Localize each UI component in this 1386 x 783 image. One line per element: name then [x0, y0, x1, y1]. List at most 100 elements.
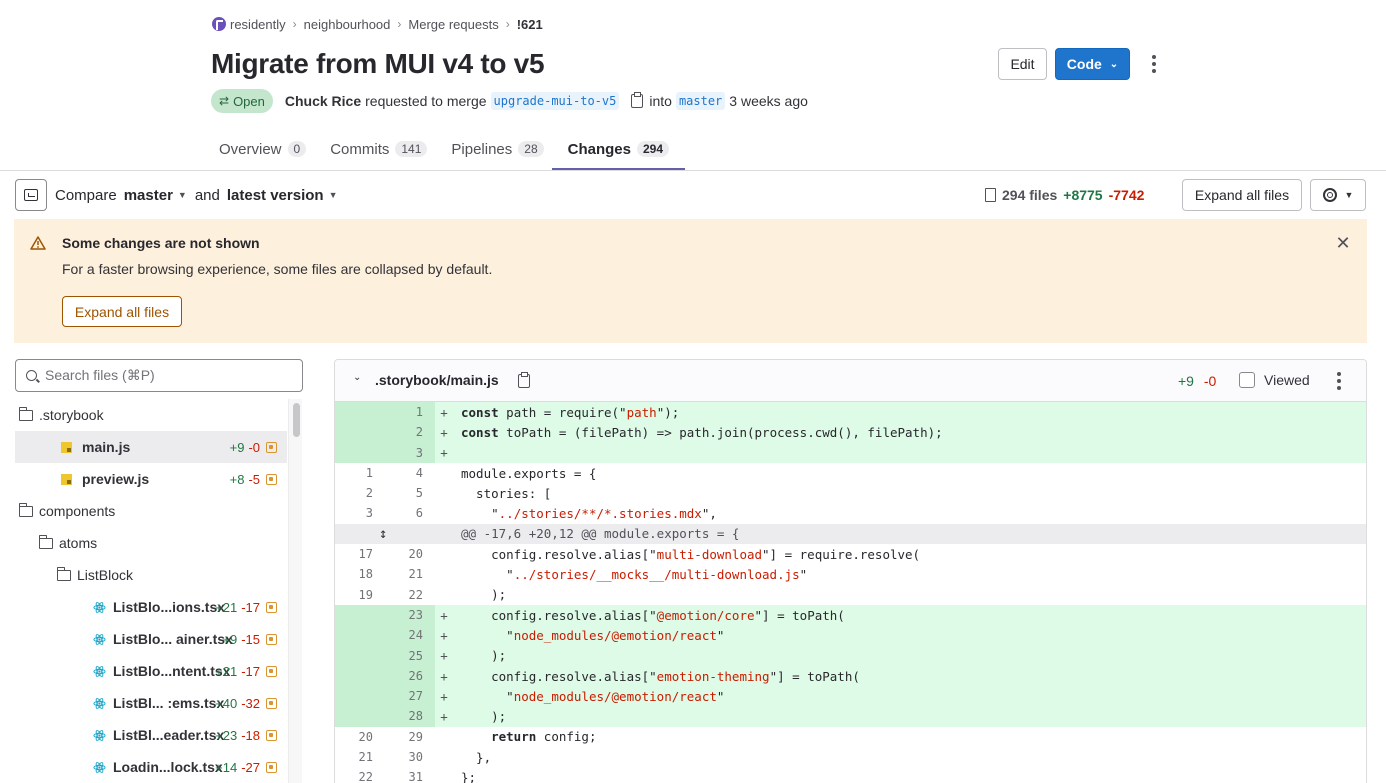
old-line-number[interactable]: 2 — [335, 483, 385, 503]
diff-line-added: 25 + ); — [335, 645, 1366, 666]
breadcrumb-separator-icon: › — [397, 17, 402, 31]
close-icon[interactable]: ✕ — [1335, 234, 1351, 252]
old-line-number[interactable]: 20 — [335, 727, 385, 747]
base-version-dropdown[interactable]: master — [124, 187, 173, 204]
tree-folder[interactable]: atoms — [15, 527, 287, 559]
diff-line-added: 24 + "node_modules/@emotion/react" — [335, 625, 1366, 646]
new-line-number[interactable]: 30 — [385, 747, 435, 767]
old-line-number[interactable] — [335, 706, 385, 726]
breadcrumb-section[interactable]: Merge requests — [408, 17, 498, 32]
tree-folder[interactable]: components — [15, 495, 287, 527]
tree-file[interactable]: preview.js +8 -5 — [15, 463, 287, 495]
code-button[interactable]: Code ⌄ — [1055, 48, 1130, 80]
tree-file[interactable]: ListBl...eader.tsx +23 -18 — [15, 719, 287, 751]
old-line-number[interactable] — [335, 443, 385, 463]
breadcrumb-group-label[interactable]: residently — [230, 17, 286, 32]
react-file-icon — [93, 761, 106, 773]
tree-file[interactable]: Loadin...lock.tsx +14 -27 — [15, 751, 287, 783]
tab-overview[interactable]: Overview 0 — [211, 128, 314, 170]
diff-sign — [435, 506, 453, 521]
new-line-number[interactable]: 4 — [385, 463, 435, 483]
tab-pipelines[interactable]: Pipelines 28 — [443, 128, 551, 170]
new-line-number[interactable]: 28 — [385, 706, 435, 726]
scrollbar-thumb[interactable] — [293, 403, 300, 437]
tree-file[interactable]: main.js +9 -0 — [15, 431, 287, 463]
viewed-checkbox[interactable]: Viewed — [1239, 372, 1310, 388]
diff-sign — [435, 547, 453, 562]
old-line-number[interactable]: 19 — [335, 585, 385, 605]
new-line-number[interactable]: 6 — [385, 503, 435, 523]
tab-changes[interactable]: Changes 294 — [551, 128, 686, 170]
old-line-number[interactable]: 22 — [335, 767, 385, 783]
code-text: return config; — [491, 729, 597, 745]
expand-all-files-button[interactable]: Expand all files — [1182, 179, 1302, 211]
new-line-number[interactable]: 20 — [385, 544, 435, 564]
file-search-input[interactable]: Search files (⌘P) — [15, 359, 303, 392]
old-line-number[interactable]: 17 — [335, 544, 385, 564]
diff-sign: + — [440, 648, 448, 664]
old-line-number[interactable] — [335, 686, 385, 706]
chevron-down-icon[interactable]: ▼ — [329, 190, 338, 200]
new-line-number[interactable]: 31 — [385, 767, 435, 783]
diff-file-path[interactable]: .storybook/main.js — [375, 372, 499, 388]
chevron-down-icon[interactable]: ▼ — [178, 190, 187, 200]
old-line-number[interactable] — [335, 402, 385, 422]
old-line-number[interactable] — [335, 422, 385, 442]
tree-file[interactable]: ListBl... :ems.tsx +40 -32 — [15, 687, 287, 719]
source-branch[interactable]: upgrade-mui-to-v5 — [490, 92, 620, 110]
file-removed: -0 — [248, 439, 260, 455]
target-branch[interactable]: master — [675, 92, 726, 110]
target-version-dropdown[interactable]: latest version — [227, 187, 324, 204]
new-line-number[interactable]: 24 — [385, 625, 435, 645]
old-line-number[interactable] — [335, 605, 385, 625]
alert-expand-all-button[interactable]: Expand all files — [62, 296, 182, 327]
more-actions-icon[interactable] — [1146, 52, 1162, 76]
new-line-number[interactable]: 22 — [385, 585, 435, 605]
old-line-number[interactable]: 3 — [335, 503, 385, 523]
file-options-icon[interactable] — [1331, 369, 1347, 393]
tab-commits[interactable]: Commits 141 — [322, 128, 435, 170]
new-line-number[interactable]: 25 — [385, 646, 435, 666]
code-text: module.exports = { — [461, 465, 597, 481]
breadcrumb-project[interactable]: neighbourhood — [304, 17, 391, 32]
old-line-number[interactable] — [335, 646, 385, 666]
file-modified-icon — [266, 665, 277, 677]
file-tree-toggle-button[interactable] — [15, 179, 47, 211]
checkbox[interactable] — [1239, 372, 1255, 388]
edit-button[interactable]: Edit — [998, 48, 1047, 80]
copy-path-icon[interactable] — [518, 372, 530, 388]
line-gutter: 26 — [335, 665, 435, 687]
new-line-number[interactable]: 23 — [385, 605, 435, 625]
old-line-number[interactable]: 1 — [335, 463, 385, 483]
diff-line-added: 27 + "node_modules/@emotion/react" — [335, 686, 1366, 707]
new-line-number[interactable]: 5 — [385, 483, 435, 503]
new-line-number[interactable]: 29 — [385, 727, 435, 747]
new-line-number[interactable]: 21 — [385, 564, 435, 584]
copy-branch-icon[interactable] — [631, 92, 644, 108]
new-line-number[interactable]: 3 — [385, 443, 435, 463]
lines-added: +8775 — [1063, 187, 1103, 203]
tab-count: 141 — [395, 141, 428, 157]
old-line-number[interactable]: 18 — [335, 564, 385, 584]
author-link[interactable]: Chuck Rice — [285, 93, 361, 109]
breadcrumb-group[interactable]: residently — [212, 17, 286, 32]
tree-folder[interactable]: ListBlock — [15, 559, 287, 591]
old-line-number[interactable]: 21 — [335, 747, 385, 767]
line-gutter: 36 — [335, 503, 435, 523]
expand-lines-icon[interactable]: ↕ — [379, 526, 387, 542]
new-line-number[interactable]: 2 — [385, 422, 435, 442]
tree-file[interactable]: ListBlo... ainer.tsx +9 -15 — [15, 623, 287, 655]
old-line-number[interactable] — [335, 666, 385, 686]
collapse-chevron-icon[interactable]: ⌄ — [353, 372, 361, 383]
diff-settings-button[interactable]: ▼ — [1310, 179, 1366, 211]
tree-file[interactable]: ListBlo...ntent.tsx +21 -17 — [15, 655, 287, 687]
file-tree-scrollbar[interactable] — [288, 399, 302, 783]
file-modified-icon — [266, 697, 277, 709]
tree-folder[interactable]: .storybook — [15, 399, 287, 431]
tree-file[interactable]: ListBlo...ions.tsx +21 -17 — [15, 591, 287, 623]
old-line-number[interactable] — [335, 625, 385, 645]
breadcrumb-current[interactable]: !621 — [517, 17, 543, 32]
new-line-number[interactable]: 26 — [385, 666, 435, 686]
new-line-number[interactable]: 1 — [385, 402, 435, 422]
new-line-number[interactable]: 27 — [385, 686, 435, 706]
